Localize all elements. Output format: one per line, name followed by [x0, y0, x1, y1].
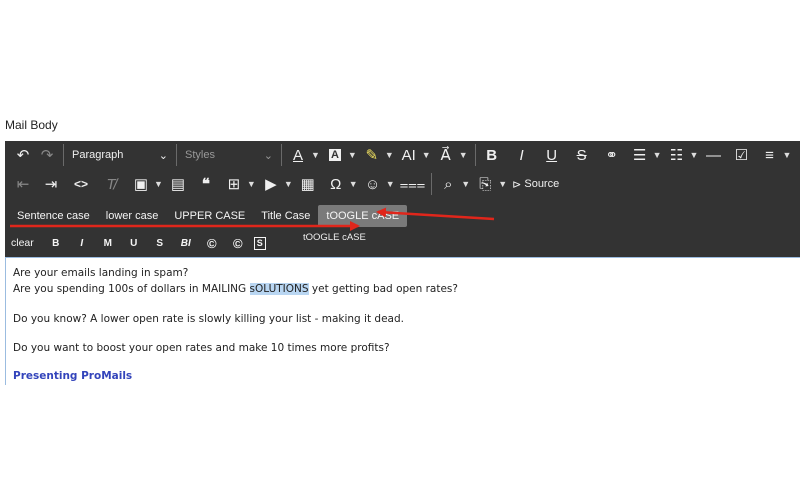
clear-button[interactable]: clear — [11, 234, 34, 252]
insert-image-icon[interactable]: ▤ — [166, 172, 190, 196]
editor-toolbar: ↶ ↷ Paragraph ⌄ Styles ⌄ A ▼ A ▼ ✎ ▼ AI ▼ A⃗… — [5, 141, 800, 257]
source-button[interactable]: ⊳ Source — [510, 172, 561, 196]
align-icon[interactable]: ≡ — [757, 143, 781, 167]
link-icon[interactable]: ⚭ — [600, 143, 624, 167]
chevron-down-icon[interactable]: ▼ — [498, 179, 507, 189]
font-color-icon[interactable]: A — [286, 143, 310, 167]
background-color-icon[interactable]: A — [323, 143, 347, 167]
redo-icon[interactable]: ↷ — [35, 143, 59, 167]
special-characters-icon[interactable]: Ω — [324, 172, 348, 196]
toolbar-separator — [474, 144, 476, 166]
chevron-down-icon[interactable]: ▼ — [653, 150, 662, 160]
content-line-2: Are you spending 100s of dollars in MAIL… — [13, 283, 458, 295]
media-icon[interactable]: ▶ — [259, 172, 283, 196]
upper-case-button[interactable]: UPPER CASE — [166, 205, 253, 227]
chevron-down-icon[interactable]: ▼ — [154, 179, 163, 189]
toggle-case-tooltip: tOOGLE cASE — [303, 232, 366, 243]
toggle-case-button[interactable]: tOOGLE cASE — [318, 205, 408, 227]
bold-italic-format-button[interactable]: BI — [176, 234, 196, 252]
sentence-case-button[interactable]: Sentence case — [9, 205, 98, 227]
format-buttons-row: clear B I M U S BI © © S — [11, 229, 272, 257]
find-replace-icon[interactable]: ⌕ — [436, 172, 460, 196]
chevron-down-icon[interactable]: ▼ — [349, 179, 358, 189]
code-icon[interactable]: <> — [69, 172, 93, 196]
case-buttons-row: Sentence case lower case UPPER CASE Titl… — [9, 202, 408, 230]
toolbar-separator — [281, 144, 282, 166]
font-size-icon[interactable]: AI — [397, 143, 421, 167]
image-icon[interactable]: ▣ — [129, 172, 153, 196]
chevron-down-icon[interactable]: ▼ — [385, 150, 394, 160]
italic-format-button[interactable]: I — [72, 234, 92, 252]
mail-body-label: Mail Body — [5, 118, 58, 132]
templates-icon[interactable]: ⎘ — [473, 172, 497, 196]
chevron-down-icon[interactable]: ▼ — [461, 179, 470, 189]
italic-icon[interactable]: I — [510, 143, 534, 167]
table-icon[interactable]: ⊞ — [222, 172, 246, 196]
editor-content[interactable]: Are your emails landing in spam? Are you… — [5, 257, 800, 385]
undo-icon[interactable]: ↶ — [11, 143, 35, 167]
blockquote-icon[interactable]: ❝ — [194, 172, 218, 196]
circled-filled-format-button[interactable]: © — [228, 234, 248, 252]
paragraph-format-dropdown[interactable]: Paragraph ⌄ — [68, 144, 172, 166]
indent-icon[interactable]: ⇥ — [39, 172, 63, 196]
chevron-down-icon[interactable]: ▼ — [690, 150, 699, 160]
numbered-list-icon[interactable]: ☷ — [665, 143, 689, 167]
squared-format-button[interactable]: S — [253, 236, 266, 250]
remove-format-icon[interactable]: T̸ — [99, 172, 123, 196]
toolbar-separator — [431, 173, 433, 195]
toolbar-row-1: ↶ ↷ Paragraph ⌄ Styles ⌄ A ▼ A ▼ ✎ ▼ AI ▼ A⃗… — [5, 141, 800, 169]
chevron-down-icon: ⌄ — [158, 149, 168, 162]
horizontal-line-icon[interactable]: ― — [701, 143, 725, 167]
toolbar-separator — [176, 144, 177, 166]
outdent-icon[interactable]: ⇤ — [11, 172, 35, 196]
paragraph-format-value: Paragraph — [72, 149, 124, 161]
monospace-format-button[interactable]: M — [98, 234, 118, 252]
toolbar-row-2: ⇤ ⇥ <> T̸ ▣ ▼ ▤ ❝ ⊞ ▼ ▶ ▼ ▦ Ω ▼ ☺ ▼ ⩶ ⌕ ▼ ⎘ ▼ ⊳… — [5, 170, 561, 198]
content-line-1: Are your emails landing in spam? — [13, 267, 189, 279]
html-embed-icon[interactable]: ▦ — [296, 172, 320, 196]
toolbar-separator — [63, 144, 64, 166]
source-label: Source — [524, 178, 560, 190]
source-icon: ⊳ — [512, 178, 522, 191]
chevron-down-icon[interactable]: ▼ — [348, 150, 357, 160]
bulleted-list-icon[interactable]: ☰ — [628, 143, 652, 167]
presenting-promails-link[interactable]: Presenting ProMails — [13, 370, 132, 382]
styles-placeholder: Styles — [185, 149, 215, 161]
page-break-icon[interactable]: ⩶ — [398, 172, 428, 196]
line-2-text: Are you spending 100s of dollars in MAIL… — [13, 283, 250, 295]
chevron-down-icon[interactable]: ▼ — [459, 150, 468, 160]
chevron-down-icon[interactable]: ▼ — [247, 179, 256, 189]
emoji-icon[interactable]: ☺ — [361, 172, 385, 196]
bold-format-button[interactable]: B — [46, 234, 66, 252]
underline-icon[interactable]: U — [540, 143, 564, 167]
strikethrough-icon[interactable]: S — [570, 143, 594, 167]
line-2-text-end: yet getting bad open rates? — [308, 283, 458, 295]
content-line-4: Do you want to boost your open rates and… — [13, 342, 390, 354]
strike-format-button[interactable]: S — [150, 234, 170, 252]
rich-text-editor: ↶ ↷ Paragraph ⌄ Styles ⌄ A ▼ A ▼ ✎ ▼ AI ▼ A⃗… — [5, 141, 800, 385]
selected-text: sOLUTIONS — [249, 283, 309, 295]
chevron-down-icon[interactable]: ▼ — [422, 150, 431, 160]
title-case-button[interactable]: Title Case — [253, 205, 318, 227]
lower-case-button[interactable]: lower case — [98, 205, 167, 227]
chevron-down-icon[interactable]: ▼ — [386, 179, 395, 189]
chevron-down-icon[interactable]: ▼ — [782, 150, 791, 160]
chevron-down-icon: ⌄ — [263, 149, 273, 162]
underline-format-button[interactable]: U — [124, 234, 144, 252]
font-family-icon[interactable]: A⃗ — [434, 143, 458, 167]
bold-icon[interactable]: B — [480, 143, 504, 167]
circled-format-button[interactable]: © — [202, 234, 222, 252]
todo-list-icon[interactable]: ☑ — [729, 143, 753, 167]
content-line-3: Do you know? A lower open rate is slowly… — [13, 313, 404, 325]
highlighter-icon[interactable]: ✎ — [360, 143, 384, 167]
subscript-icon[interactable]: x2 — [794, 143, 800, 167]
chevron-down-icon[interactable]: ▼ — [311, 150, 320, 160]
styles-dropdown[interactable]: Styles ⌄ — [181, 144, 277, 166]
chevron-down-icon[interactable]: ▼ — [284, 179, 293, 189]
